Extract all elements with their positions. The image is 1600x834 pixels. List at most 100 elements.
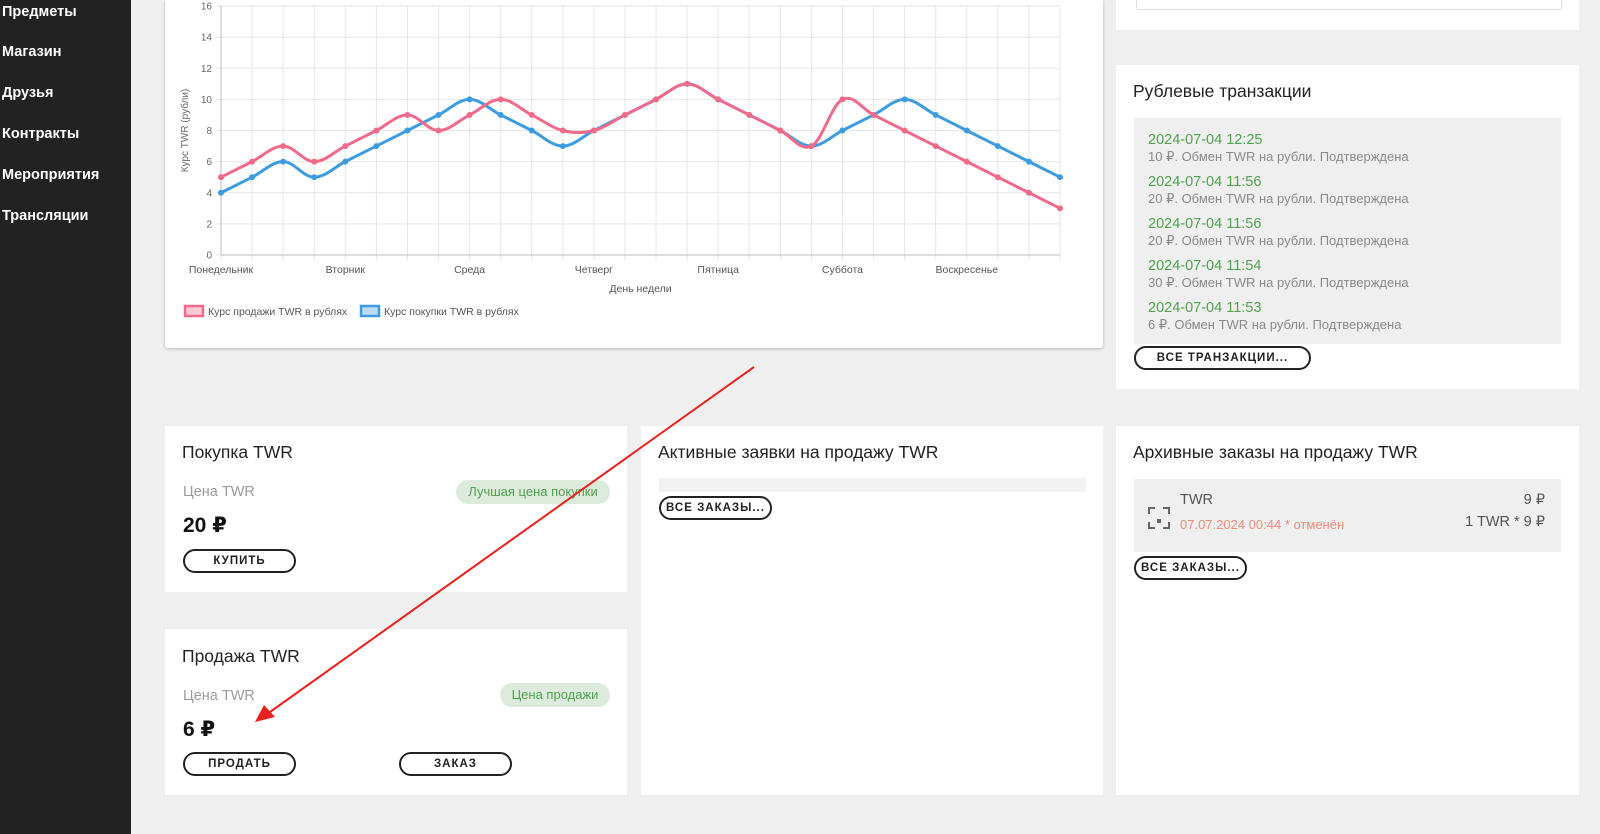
active-sell-orders-card: Активные заявки на продажу TWR ВСЕ ЗАКАЗ… [641, 426, 1103, 795]
buy-title: Покупка TWR [182, 442, 293, 462]
data-point [404, 111, 411, 118]
y-tick-label: 10 [201, 95, 213, 106]
data-point [808, 143, 815, 150]
buy-twr-card: Покупка TWR Цена TWR Лучшая цена покупки… [165, 426, 627, 592]
order-button[interactable]: ЗАКАЗ [399, 752, 512, 776]
data-point [528, 111, 535, 118]
data-point [311, 174, 318, 181]
data-point [559, 143, 566, 150]
transaction-description: 20 ₽. Обмен TWR на рубли. Подтверждена [1148, 191, 1409, 206]
sell-price-label: Цена TWR [183, 688, 255, 704]
data-point [746, 111, 753, 118]
all-orders-button[interactable]: ВСЕ ЗАКАЗЫ... [659, 496, 772, 520]
data-point [653, 96, 660, 103]
order-quantity: 1 TWR * 9 ₽ [1465, 514, 1545, 530]
legend-swatch [183, 304, 205, 318]
list-item: 2024-07-04 12:25 10 ₽. Обмен TWR на рубл… [1148, 131, 1409, 165]
x-tick-label: Четверг [575, 264, 613, 276]
sidebar-item-shop[interactable]: Магазин [2, 44, 61, 60]
data-point [777, 127, 784, 134]
data-point [218, 174, 224, 181]
y-tick-label: 6 [206, 157, 212, 168]
sidebar-item-streams[interactable]: Трансляции [2, 208, 88, 224]
data-point [1025, 158, 1032, 165]
data-point [715, 96, 722, 103]
buy-price-label: Цена TWR [183, 484, 255, 500]
data-point [280, 143, 287, 150]
sell-title: Продажа TWR [182, 646, 300, 666]
transaction-date: 2024-07-04 11:56 [1148, 216, 1262, 232]
sell-price-value: 6 ₽ [183, 718, 216, 741]
rate-chart: 0 2 4 6 8 10 12 14 16 Понедельник Вторник Среда Четв… [179, 2, 1063, 318]
active-orders-list [659, 478, 1086, 492]
transaction-description: 20 ₽. Обмен TWR на рубли. Подтверждена [1148, 233, 1409, 248]
series-line [220, 82, 1061, 195]
transaction-description: 10 ₽. Обмен TWR на рубли. Подтверждена [1148, 149, 1409, 164]
data-point [839, 96, 846, 103]
data-point [497, 111, 504, 118]
order-price: 9 ₽ [1523, 492, 1545, 508]
x-tick-label: Среда [454, 264, 485, 276]
data-point [466, 111, 473, 118]
sell-price-badge: Цена продажи [500, 683, 610, 707]
sidebar-item-friends[interactable]: Друзья [2, 85, 53, 101]
archived-sell-orders-card: Архивные заказы на продажу TWR TWR 07.07… [1116, 426, 1579, 795]
sidebar-item-items[interactable]: Предметы [2, 4, 77, 20]
top-right-card [1116, 0, 1579, 30]
transactions-title: Рублевые транзакции [1133, 81, 1312, 101]
y-tick-label: 8 [206, 126, 212, 137]
data-point [901, 96, 908, 103]
archive-order-row[interactable]: TWR 07.07.2024 00:44 * отменён 9 ₽ 1 TWR… [1134, 479, 1561, 552]
legend-label: Курс продажи TWR в рублях [208, 306, 348, 318]
sidebar-item-events[interactable]: Мероприятия [2, 167, 99, 183]
y-tick-label: 12 [201, 64, 213, 75]
data-point [404, 127, 411, 134]
x-tick-label: Суббота [822, 264, 863, 276]
buy-button[interactable]: КУПИТЬ [183, 549, 296, 573]
data-point [280, 158, 287, 165]
buy-price-value: 20 ₽ [183, 514, 227, 537]
data-point [559, 127, 566, 134]
list-item: 2024-07-04 11:56 20 ₽. Обмен TWR на рубл… [1148, 173, 1409, 207]
best-buy-price-badge: Лучшая цена покупки [456, 480, 610, 504]
scan-icon [1148, 507, 1170, 529]
data-point [373, 143, 380, 150]
all-archive-orders-button[interactable]: ВСЕ ЗАКАЗЫ... [1134, 556, 1247, 580]
sidebar: Предметы Магазин Друзья Контракты Меропр… [0, 0, 131, 834]
y-tick-label: 16 [201, 2, 213, 13]
y-tick-label: 0 [206, 251, 212, 262]
data-point [373, 127, 380, 134]
x-axis-title: День недели [609, 283, 671, 295]
x-tick-label: Вторник [326, 264, 366, 276]
sell-button[interactable]: ПРОДАТЬ [183, 752, 296, 776]
data-point [435, 111, 442, 118]
data-point [870, 111, 877, 118]
data-point [435, 127, 442, 134]
data-point [994, 174, 1001, 181]
order-item-name: TWR [1180, 492, 1214, 508]
transaction-description: 6 ₽. Обмен TWR на рубли. Подтверждена [1148, 317, 1402, 332]
y-tick-label: 2 [206, 219, 212, 230]
sell-twr-card: Продажа TWR Цена TWR Цена продажи 6 ₽ ПР… [165, 629, 627, 795]
y-axis-title: Курс TWR (рубли) [179, 89, 191, 173]
data-point [932, 143, 939, 150]
x-tick-label: Пятница [697, 264, 739, 276]
data-point [621, 111, 628, 118]
order-date-status: 07.07.2024 00:44 * отменён [1180, 517, 1345, 532]
data-point [466, 96, 473, 103]
all-transactions-button[interactable]: ВСЕ ТРАНЗАКЦИИ... [1134, 346, 1311, 370]
data-point [1025, 189, 1032, 196]
transaction-date: 2024-07-04 11:54 [1148, 258, 1262, 274]
top-right-box [1136, 0, 1562, 10]
transactions-list: 2024-07-04 12:25 10 ₽. Обмен TWR на рубл… [1134, 118, 1561, 344]
data-point [249, 174, 256, 181]
transaction-date: 2024-07-04 11:53 [1148, 300, 1262, 316]
sidebar-item-contracts[interactable]: Контракты [2, 126, 79, 142]
x-tick-label: Воскресенье [935, 264, 998, 276]
data-point [963, 127, 970, 134]
legend-label: Курс покупки TWR в рублях [384, 306, 520, 318]
data-point [994, 143, 1001, 150]
data-point [218, 189, 224, 196]
data-point [342, 158, 349, 165]
data-point [839, 127, 846, 134]
